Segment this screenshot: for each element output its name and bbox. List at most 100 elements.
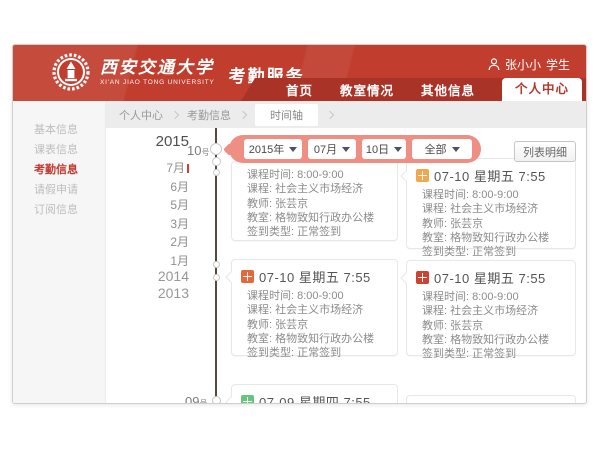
day-unit: 号 xyxy=(201,148,209,157)
main-nav: 首页 教室情况 其他信息 个人中心 xyxy=(241,78,586,101)
day-dropdown[interactable]: 10日 xyxy=(362,139,406,159)
card-field: 签到类型: 正常签到 xyxy=(422,347,567,361)
card-field: 课程时间: 8:00-9:00 xyxy=(422,188,567,202)
university-logo-icon xyxy=(51,52,91,92)
scale-month-jun[interactable]: 6月 xyxy=(170,178,189,195)
caret-down-icon xyxy=(394,147,402,152)
card-field: 教室: 格物致知行政办公楼 xyxy=(247,211,389,225)
timeline-node xyxy=(210,143,222,155)
card-field: 课程: 社会主义市场经济 xyxy=(422,304,567,318)
scale-year-2015[interactable]: 2015 xyxy=(156,133,189,150)
timeline-node xyxy=(212,396,221,404)
scale-month-jan[interactable]: 1月 xyxy=(170,252,189,269)
user-name: 张小小 xyxy=(505,56,541,73)
card-field: 签到类型: 正常签到 xyxy=(247,225,389,239)
university-name-cn: 西安交通大学 xyxy=(100,58,215,77)
card-field: 教师: 张芸京 xyxy=(422,217,567,231)
sidebar-item-attendance-info[interactable]: 考勤信息 xyxy=(34,161,78,177)
card-field: 教师: 张芸京 xyxy=(247,318,389,332)
type-dropdown[interactable]: 全部 xyxy=(412,139,472,159)
scale-month-feb[interactable]: 2月 xyxy=(170,233,189,250)
breadcrumb-item-personal-center[interactable]: 个人中心 xyxy=(119,107,163,123)
breadcrumb-item-timeline-active[interactable]: 时间轴 xyxy=(255,104,318,126)
caret-down-icon xyxy=(452,147,460,152)
screenshot-stage: 西安交通大学 XI'AN JIAO TONG UNIVERSITY 考勤服务 张… xyxy=(0,0,600,450)
app-window: 西安交通大学 XI'AN JIAO TONG UNIVERSITY 考勤服务 张… xyxy=(12,44,587,404)
type-dropdown-value: 全部 xyxy=(425,141,447,157)
user-role: 学生 xyxy=(546,56,570,73)
card-field: 教室: 格物致知行政办公楼 xyxy=(247,332,389,346)
year-dropdown-value: 2015年 xyxy=(249,141,284,157)
attendance-stamp-vermilion-icon xyxy=(241,270,254,283)
card-field: 教师: 张芸京 xyxy=(247,197,389,211)
timeline-day-10: 10号 xyxy=(187,143,209,158)
attendance-card: 07-09 星期四 7:55 xyxy=(231,384,398,404)
day-number: 10 xyxy=(187,143,201,158)
timeline-node xyxy=(213,169,220,176)
scale-month-jul[interactable]: 7月 xyxy=(166,159,189,176)
card-field: 课程: 社会主义市场经济 xyxy=(422,202,567,216)
card-field: 签到类型: 正常签到 xyxy=(422,245,567,259)
attendance-card xyxy=(406,395,576,404)
attendance-stamp-green-icon xyxy=(241,395,254,404)
card-field: 教室: 格物致知行政办公楼 xyxy=(422,231,567,245)
attendance-stamp-red-icon xyxy=(416,271,429,284)
scale-month-label: 7月 xyxy=(166,161,185,175)
card-field: 课程时间: 8:00-9:00 xyxy=(247,168,389,182)
card-field: 课程时间: 8:00-9:00 xyxy=(422,290,567,304)
scale-month-mar[interactable]: 3月 xyxy=(170,215,189,232)
nav-item-classrooms[interactable]: 教室情况 xyxy=(340,80,394,99)
attendance-card: 07-10 星期五 7:55 课程时间: 8:00-9:00 课程: 社会主义市… xyxy=(406,260,576,356)
card-field: 教室: 格物致知行政办公楼 xyxy=(422,333,567,347)
current-month-tick xyxy=(187,164,189,173)
list-detail-button[interactable]: 列表明细 xyxy=(514,141,576,162)
nav-item-home[interactable]: 首页 xyxy=(286,80,313,99)
month-dropdown[interactable]: 07月 xyxy=(308,139,356,159)
breadcrumb: 个人中心 考勤信息 时间轴 xyxy=(106,101,586,128)
scale-year-2014[interactable]: 2014 xyxy=(158,268,189,284)
chevron-right-icon xyxy=(326,110,334,118)
card-field: 课程时间: 8:00-9:00 xyxy=(247,289,389,303)
nav-item-other-info[interactable]: 其他信息 xyxy=(421,80,475,99)
card-date-title: 07-10 星期五 7:55 xyxy=(259,267,371,286)
card-arrow-tip xyxy=(225,271,236,282)
scale-month-may[interactable]: 5月 xyxy=(170,196,189,213)
date-filter-bar: 2015年 07月 10日 全部 xyxy=(229,135,481,163)
scale-year-2013[interactable]: 2013 xyxy=(158,285,189,301)
card-arrow-tip xyxy=(400,170,411,181)
sidebar: 基本信息 课表信息 考勤信息 请假申请 订阅信息 xyxy=(13,101,106,403)
attendance-card: 07-10 星期五 7:55 课程时间: 8:00-9:00 课程: 社会主义市… xyxy=(406,158,576,249)
attendance-card: 课程时间: 8:00-9:00 课程: 社会主义市场经济 教师: 张芸京 教室:… xyxy=(231,161,398,241)
card-field: 教师: 张芸京 xyxy=(422,319,567,333)
sidebar-item-basic-info[interactable]: 基本信息 xyxy=(34,121,78,137)
day-number: 09 xyxy=(185,394,199,404)
card-field: 签到类型: 正常签到 xyxy=(247,346,389,360)
university-name-en: XI'AN JIAO TONG UNIVERSITY xyxy=(100,79,215,86)
card-arrow-tip xyxy=(225,396,236,404)
attendance-stamp-orange-icon xyxy=(416,169,429,182)
nav-tab-personal-center[interactable]: 个人中心 xyxy=(502,78,582,101)
chevron-right-icon xyxy=(239,110,247,118)
sidebar-item-timetable-info[interactable]: 课表信息 xyxy=(34,141,78,157)
app-header: 西安交通大学 XI'AN JIAO TONG UNIVERSITY 考勤服务 张… xyxy=(13,45,586,101)
card-field: 课程: 社会主义市场经济 xyxy=(247,182,389,196)
sidebar-item-subscription-info[interactable]: 订阅信息 xyxy=(34,201,78,217)
attendance-card: 07-10 星期五 7:55 课程时间: 8:00-9:00 课程: 社会主义市… xyxy=(231,259,398,356)
month-dropdown-value: 07月 xyxy=(314,141,337,157)
card-field: 课程: 社会主义市场经济 xyxy=(247,303,389,317)
caret-down-icon xyxy=(342,147,350,152)
timeline-day-09: 09号 xyxy=(185,394,207,404)
year-dropdown[interactable]: 2015年 xyxy=(244,139,302,159)
timeline-node xyxy=(212,157,221,166)
day-unit: 号 xyxy=(199,399,207,404)
breadcrumb-item-attendance-info[interactable]: 考勤信息 xyxy=(187,107,231,123)
card-date-title: 07-10 星期五 7:55 xyxy=(434,268,546,287)
caret-down-icon xyxy=(289,147,297,152)
sidebar-item-leave-request[interactable]: 请假申请 xyxy=(34,181,78,197)
university-name-block: 西安交通大学 XI'AN JIAO TONG UNIVERSITY xyxy=(100,58,215,86)
card-arrow-tip xyxy=(400,272,411,283)
card-date-title: 07-09 星期四 7:55 xyxy=(259,392,371,404)
user-account[interactable]: 张小小 学生 xyxy=(488,56,570,73)
timeline-node xyxy=(213,274,220,281)
user-icon xyxy=(488,58,500,71)
